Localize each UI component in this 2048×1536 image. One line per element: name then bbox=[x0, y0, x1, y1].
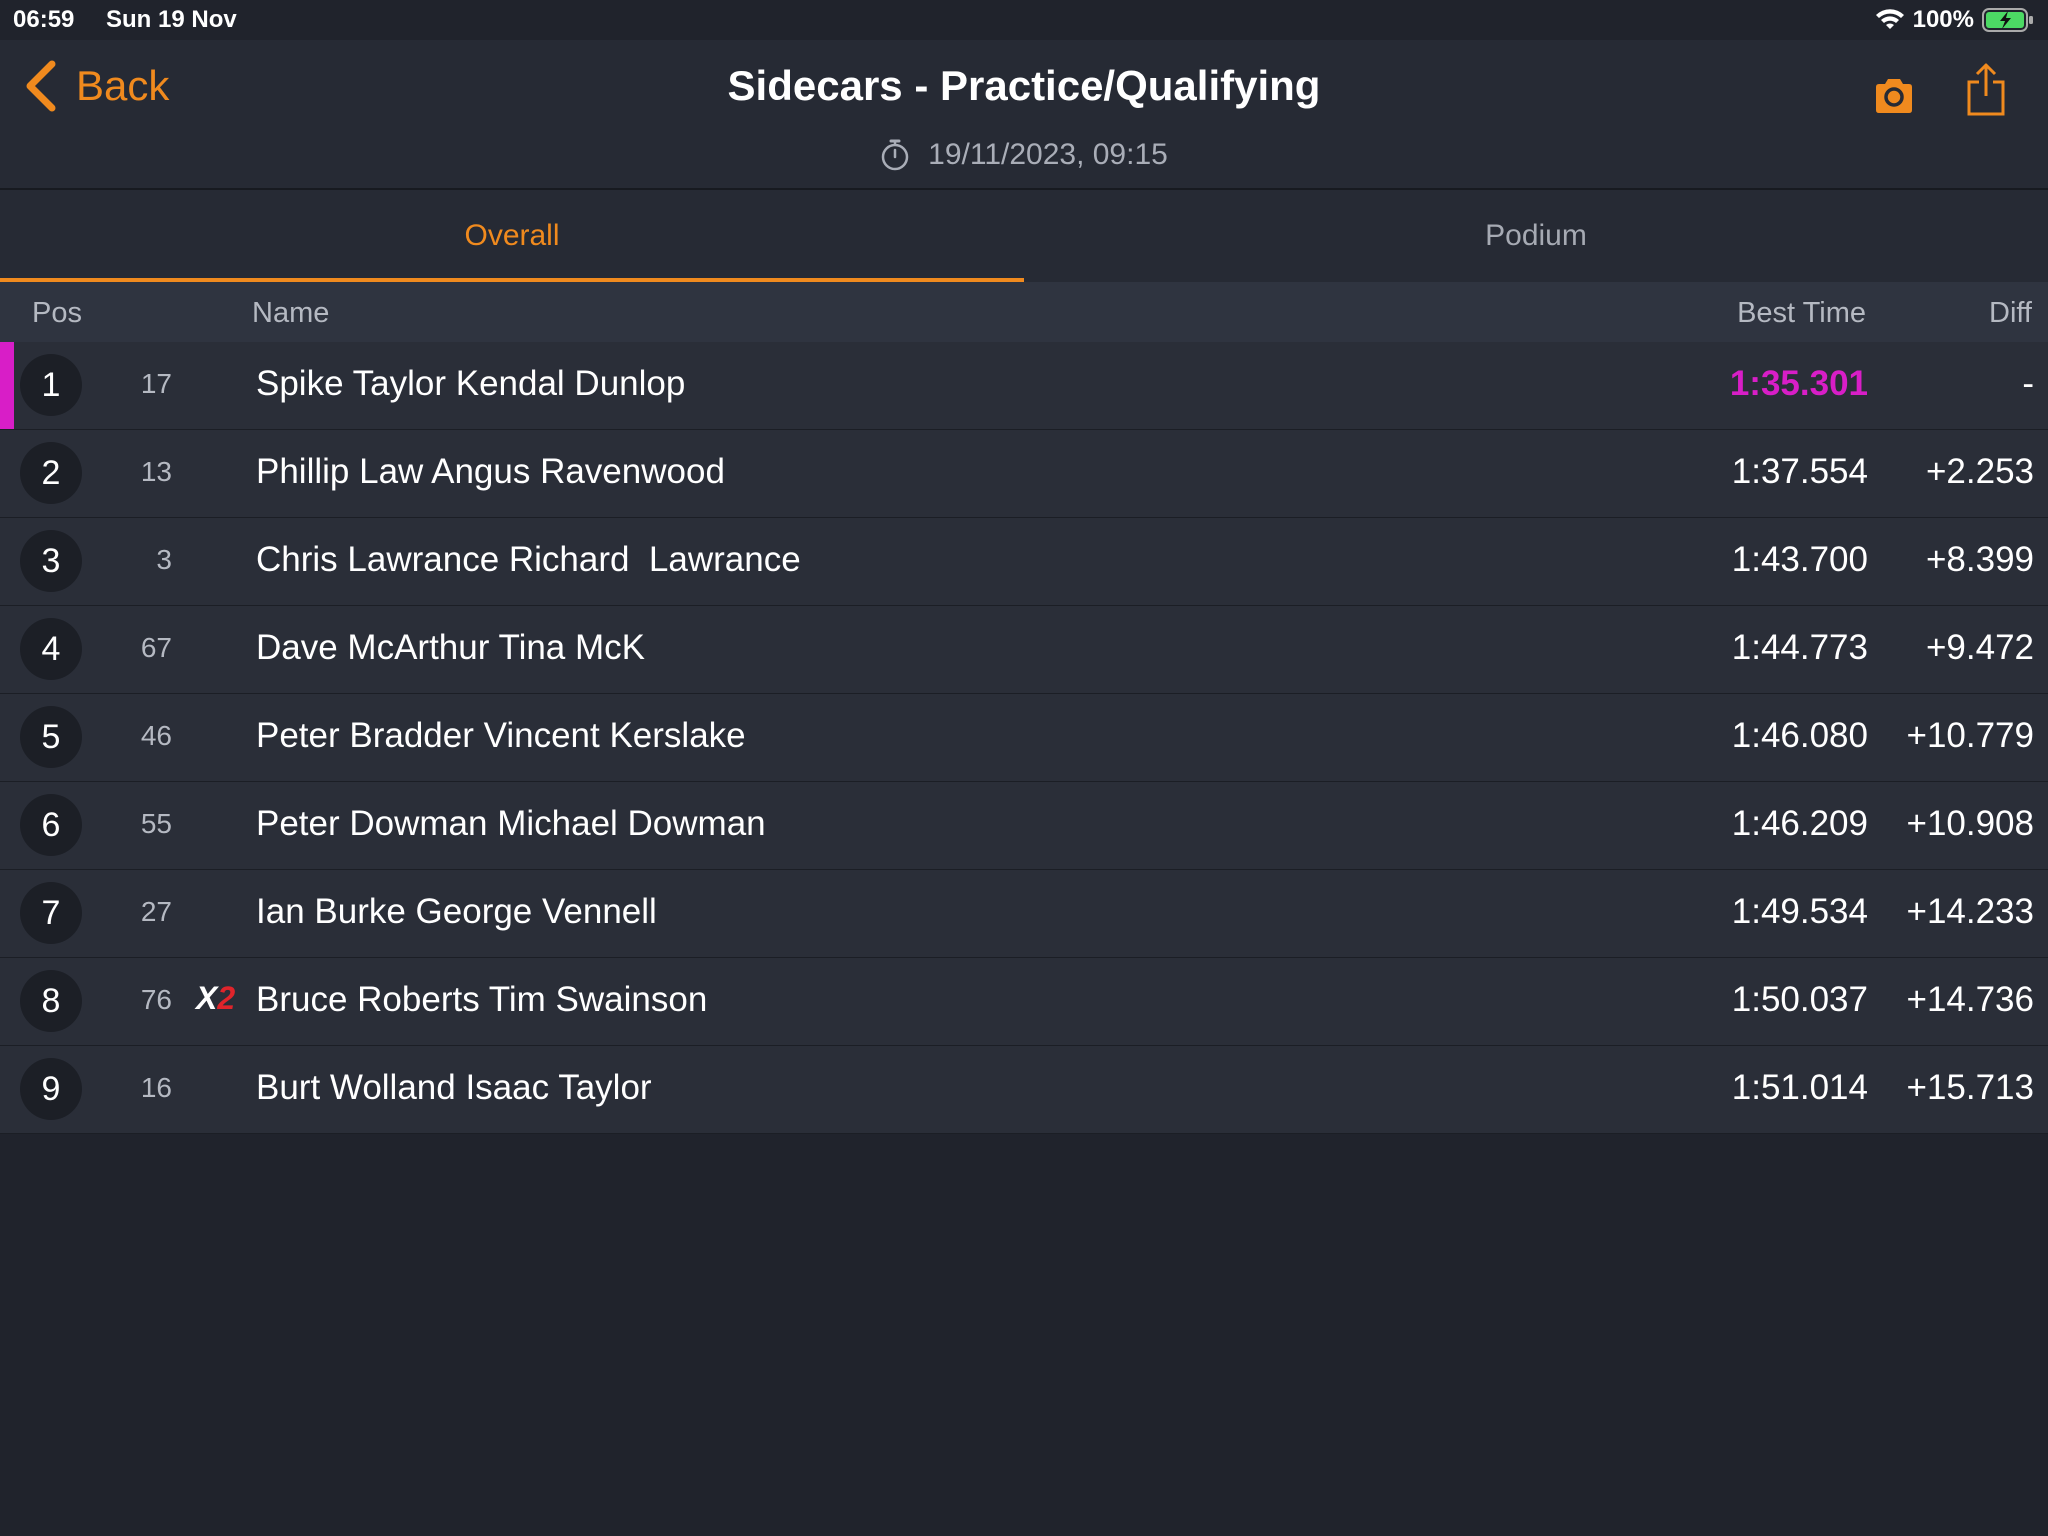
tab-overall[interactable]: Overall bbox=[0, 190, 1024, 282]
time-diff: +10.908 bbox=[1906, 804, 2035, 843]
table-row[interactable]: 2 13 Phillip Law Angus Ravenwood 1:37.55… bbox=[0, 430, 2048, 518]
best-time: 1:43.700 bbox=[1731, 540, 1868, 579]
time-diff: +2.253 bbox=[1925, 452, 2034, 491]
position-badge: 2 bbox=[20, 442, 82, 504]
position-badge: 5 bbox=[20, 706, 82, 768]
battery-percentage: 100% bbox=[1912, 6, 1974, 33]
results-table-header: Pos Name Best Time Diff bbox=[0, 282, 2048, 343]
rider-name: Chris Lawrance Richard Lawrance bbox=[256, 540, 801, 579]
race-number: 76 bbox=[140, 984, 172, 1015]
share-icon[interactable] bbox=[1965, 62, 2007, 118]
rider-name: Spike Taylor Kendal Dunlop bbox=[256, 364, 686, 403]
best-time: 1:35.301 bbox=[1729, 364, 1868, 403]
x2-class-badge: X2 bbox=[196, 980, 235, 1017]
race-number: 55 bbox=[140, 808, 172, 839]
rider-name: Bruce Roberts Tim Swainson bbox=[256, 980, 708, 1019]
badge-letter: X bbox=[196, 980, 218, 1016]
best-time: 1:46.209 bbox=[1731, 804, 1868, 843]
position-badge: 3 bbox=[20, 530, 82, 592]
time-diff: +8.399 bbox=[1925, 540, 2034, 579]
position-badge: 8 bbox=[20, 970, 82, 1032]
best-time: 1:51.014 bbox=[1731, 1068, 1868, 1107]
time-diff: +15.713 bbox=[1906, 1068, 2035, 1107]
time-diff: - bbox=[2022, 364, 2034, 403]
race-number: 27 bbox=[140, 896, 172, 927]
table-row[interactable]: 6 55 Peter Dowman Michael Dowman 1:46.20… bbox=[0, 782, 2048, 870]
race-number: 17 bbox=[140, 368, 172, 399]
status-bar: 06:59 Sun 19 Nov 100% bbox=[0, 0, 2048, 40]
table-row[interactable]: 5 46 Peter Bradder Vincent Kerslake 1:46… bbox=[0, 694, 2048, 782]
rider-name: Burt Wolland Isaac Taylor bbox=[256, 1068, 652, 1107]
stopwatch-icon bbox=[881, 139, 909, 171]
best-time: 1:46.080 bbox=[1731, 716, 1868, 755]
battery-charging-icon bbox=[1982, 8, 2033, 32]
wifi-icon bbox=[1875, 9, 1904, 29]
timestamp-text: 19/11/2023, 09:15 bbox=[928, 138, 1168, 171]
camera-icon[interactable] bbox=[1872, 74, 1916, 118]
rider-name: Peter Bradder Vincent Kerslake bbox=[256, 716, 746, 755]
position-badge: 9 bbox=[20, 1058, 82, 1120]
position-badge: 6 bbox=[20, 794, 82, 856]
race-number: 46 bbox=[140, 720, 172, 751]
navigation-header: Back Sidecars - Practice/Qualifying 19/1… bbox=[0, 40, 2048, 190]
segment-tabs: Overall Podium bbox=[0, 190, 2048, 282]
time-diff: +14.233 bbox=[1906, 892, 2035, 931]
rider-name: Peter Dowman Michael Dowman bbox=[256, 804, 766, 843]
best-time: 1:49.534 bbox=[1731, 892, 1868, 931]
status-time: 06:59 bbox=[13, 6, 75, 33]
table-row[interactable]: 3 3 Chris Lawrance Richard Lawrance 1:43… bbox=[0, 518, 2048, 606]
column-header-name: Name bbox=[252, 297, 330, 329]
table-row[interactable]: 9 16 Burt Wolland Isaac Taylor 1:51.014 … bbox=[0, 1046, 2048, 1134]
best-time: 1:50.037 bbox=[1731, 980, 1868, 1019]
status-indicators: 100% bbox=[1875, 6, 2034, 34]
time-diff: +14.736 bbox=[1906, 980, 2035, 1019]
table-row[interactable]: 1 17 Spike Taylor Kendal Dunlop 1:35.301… bbox=[0, 342, 2048, 430]
column-header-pos: Pos bbox=[32, 297, 82, 329]
best-time: 1:37.554 bbox=[1731, 452, 1868, 491]
race-number: 67 bbox=[140, 632, 172, 663]
fastest-lap-marker bbox=[0, 342, 14, 429]
app-screen: 06:59 Sun 19 Nov 100% Back Sidecars - Pr… bbox=[0, 0, 2048, 1536]
rider-name: Phillip Law Angus Ravenwood bbox=[256, 452, 725, 491]
race-number: 3 bbox=[156, 544, 172, 575]
position-badge: 4 bbox=[20, 618, 82, 680]
rider-name: Ian Burke George Vennell bbox=[256, 892, 657, 931]
status-date: Sun 19 Nov bbox=[106, 6, 237, 33]
session-timestamp: 19/11/2023, 09:15 bbox=[0, 138, 2048, 172]
results-list: 1 17 Spike Taylor Kendal Dunlop 1:35.301… bbox=[0, 342, 2048, 1134]
time-diff: +10.779 bbox=[1906, 716, 2035, 755]
race-number: 13 bbox=[140, 456, 172, 487]
rider-name: Dave McArthur Tina McK bbox=[256, 628, 645, 667]
race-number: 16 bbox=[140, 1072, 172, 1103]
table-row[interactable]: 4 67 Dave McArthur Tina McK 1:44.773 +9.… bbox=[0, 606, 2048, 694]
column-header-best-time: Best Time bbox=[1737, 297, 1866, 329]
badge-number: 2 bbox=[217, 980, 236, 1016]
table-row[interactable]: 8 76 X2 Bruce Roberts Tim Swainson 1:50.… bbox=[0, 958, 2048, 1046]
tab-podium[interactable]: Podium bbox=[1024, 190, 2048, 282]
position-badge: 7 bbox=[20, 882, 82, 944]
page-title: Sidecars - Practice/Qualifying bbox=[727, 62, 1321, 109]
best-time: 1:44.773 bbox=[1731, 628, 1868, 667]
time-diff: +9.472 bbox=[1925, 628, 2034, 667]
position-badge: 1 bbox=[20, 354, 82, 416]
table-row[interactable]: 7 27 Ian Burke George Vennell 1:49.534 +… bbox=[0, 870, 2048, 958]
column-header-diff: Diff bbox=[1989, 297, 2032, 329]
